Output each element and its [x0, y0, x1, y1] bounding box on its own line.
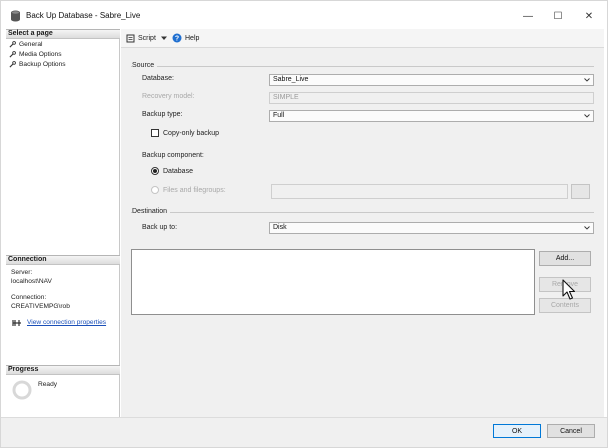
- help-button[interactable]: ? Help: [172, 32, 199, 44]
- server-label: Server:: [11, 269, 33, 276]
- component-files-radio[interactable]: [151, 186, 159, 194]
- backup-to-select[interactable]: Disk: [269, 222, 594, 234]
- database-icon: [11, 10, 20, 22]
- recovery-model-field: SIMPLE: [269, 92, 594, 104]
- backup-component-label: Backup component:: [142, 152, 204, 159]
- source-section-label: Source: [132, 62, 158, 69]
- help-icon: ?: [172, 33, 182, 43]
- backup-to-label: Back up to:: [142, 224, 178, 231]
- browse-files-button[interactable]: [571, 184, 590, 199]
- destination-section-label: Destination: [132, 208, 171, 215]
- script-label: Script: [138, 34, 156, 42]
- database-label: Database:: [142, 75, 174, 82]
- component-files-label: Files and filegroups:: [163, 187, 226, 194]
- wrench-icon: [9, 61, 16, 68]
- recovery-model-label: Recovery model:: [142, 93, 195, 100]
- svg-text:?: ?: [175, 36, 179, 43]
- wrench-icon: [9, 51, 16, 58]
- page-item-media-options[interactable]: Media Options: [9, 50, 62, 59]
- connection-header: Connection: [6, 255, 120, 265]
- cancel-button[interactable]: Cancel: [547, 424, 595, 438]
- copy-only-label: Copy-only backup: [163, 130, 220, 137]
- help-label: Help: [185, 34, 200, 42]
- files-filegroups-field: [271, 184, 568, 199]
- mouse-cursor-icon: [562, 279, 576, 300]
- chevron-down-icon: [584, 78, 590, 82]
- script-icon: [126, 34, 135, 42]
- server-value: localhost\NAV: [11, 278, 52, 285]
- view-connection-properties-link[interactable]: View connection properties: [27, 319, 106, 326]
- wrench-icon: [9, 41, 16, 48]
- database-select[interactable]: Sabre_Live: [269, 74, 594, 86]
- title-bar: Back Up Database - Sabre_Live — ☐ ✕: [1, 1, 607, 31]
- minimize-button[interactable]: —: [514, 7, 542, 25]
- page-item-label: Backup Options: [19, 61, 66, 68]
- maximize-button[interactable]: ☐: [544, 7, 572, 25]
- chevron-down-icon: [584, 226, 590, 230]
- backup-type-select[interactable]: Full: [269, 110, 594, 122]
- script-button[interactable]: Script: [126, 32, 167, 44]
- close-icon: ✕: [584, 10, 594, 22]
- backup-to-value: Disk: [273, 224, 287, 231]
- chevron-down-icon: [160, 36, 167, 40]
- connection-properties-icon: [12, 320, 21, 326]
- component-database-radio[interactable]: [151, 167, 159, 175]
- connection-value: CREATIVEMPG\rob: [11, 303, 70, 310]
- close-button[interactable]: ✕: [575, 7, 603, 25]
- component-database-label: Database: [163, 168, 193, 175]
- destination-divider: [131, 212, 594, 213]
- backup-type-label: Backup type:: [142, 111, 183, 118]
- page-item-label: Media Options: [19, 51, 62, 58]
- window-title: Back Up Database - Sabre_Live: [26, 11, 141, 20]
- page-item-label: General: [19, 41, 43, 48]
- progress-header: Progress: [6, 365, 120, 375]
- progress-status: Ready: [38, 381, 58, 388]
- progress-spinner-icon: [12, 380, 32, 400]
- minimize-icon: —: [523, 10, 533, 22]
- backup-database-dialog: Back Up Database - Sabre_Live — ☐ ✕ Sele…: [0, 0, 608, 448]
- page-item-backup-options[interactable]: Backup Options: [9, 60, 66, 69]
- page-item-general[interactable]: General: [9, 40, 42, 49]
- radio-selected-dot: [153, 169, 157, 173]
- add-destination-button[interactable]: Add...: [539, 251, 591, 266]
- backup-type-value: Full: [273, 112, 285, 119]
- destination-list[interactable]: [131, 249, 535, 315]
- database-value: Sabre_Live: [273, 76, 309, 83]
- select-page-header: Select a page: [6, 29, 120, 39]
- connection-label: Connection:: [11, 294, 47, 301]
- source-divider: [131, 66, 594, 67]
- ok-button[interactable]: OK: [493, 424, 541, 438]
- maximize-icon: ☐: [553, 10, 563, 22]
- left-pane: [6, 29, 120, 417]
- copy-only-checkbox[interactable]: [151, 129, 159, 137]
- chevron-down-icon: [584, 114, 590, 118]
